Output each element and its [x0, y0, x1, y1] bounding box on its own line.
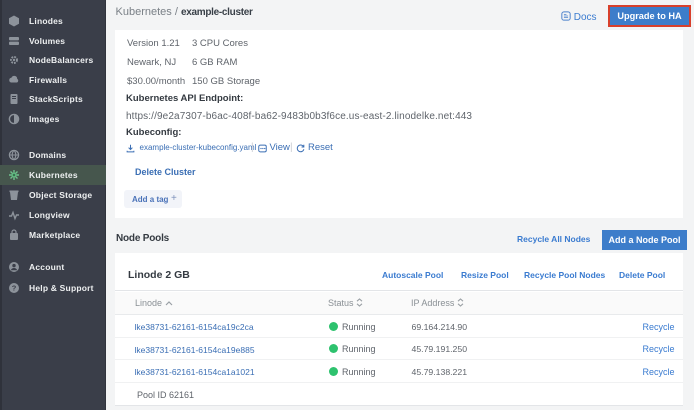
- svg-text:?: ?: [12, 284, 17, 293]
